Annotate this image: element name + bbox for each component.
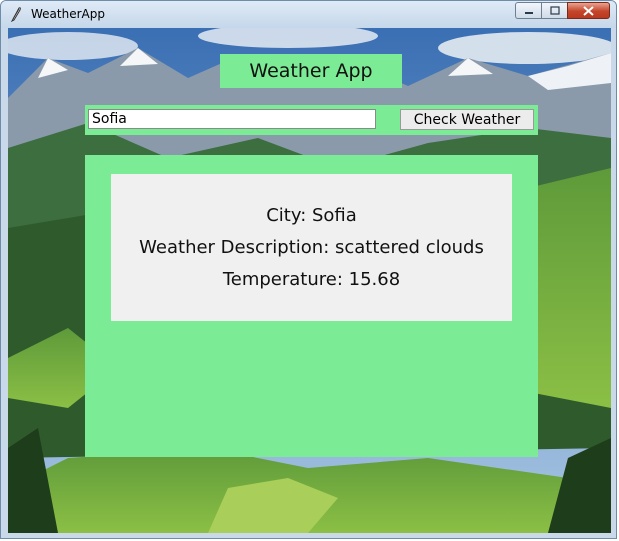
title-bar[interactable]: WeatherApp bbox=[1, 1, 616, 28]
result-label: City: Sofia Weather Description: scatter… bbox=[111, 174, 512, 321]
feather-icon bbox=[10, 7, 21, 22]
app-heading: Weather App bbox=[220, 54, 402, 88]
close-button[interactable] bbox=[567, 2, 610, 19]
close-icon bbox=[583, 5, 594, 16]
minimize-button[interactable] bbox=[515, 2, 541, 19]
result-frame: City: Sofia Weather Description: scatter… bbox=[85, 155, 538, 457]
minimize-icon bbox=[524, 11, 533, 14]
client-area: Weather App Check Weather City: Sofia We… bbox=[8, 28, 611, 533]
city-result-text: City: Sofia bbox=[266, 204, 357, 226]
check-weather-button[interactable]: Check Weather bbox=[400, 109, 534, 130]
window-controls bbox=[515, 2, 610, 19]
app-window: WeatherApp Weather App Sofia Check Weath… bbox=[0, 0, 617, 539]
search-frame: Check Weather bbox=[85, 105, 538, 135]
city-input[interactable] bbox=[88, 109, 376, 129]
window-title: WeatherApp bbox=[31, 7, 105, 21]
maximize-button[interactable] bbox=[541, 2, 567, 19]
description-result-text: Weather Description: scattered clouds bbox=[139, 236, 484, 258]
maximize-icon bbox=[549, 6, 560, 15]
temperature-result-text: Temperature: 15.68 bbox=[222, 268, 401, 290]
